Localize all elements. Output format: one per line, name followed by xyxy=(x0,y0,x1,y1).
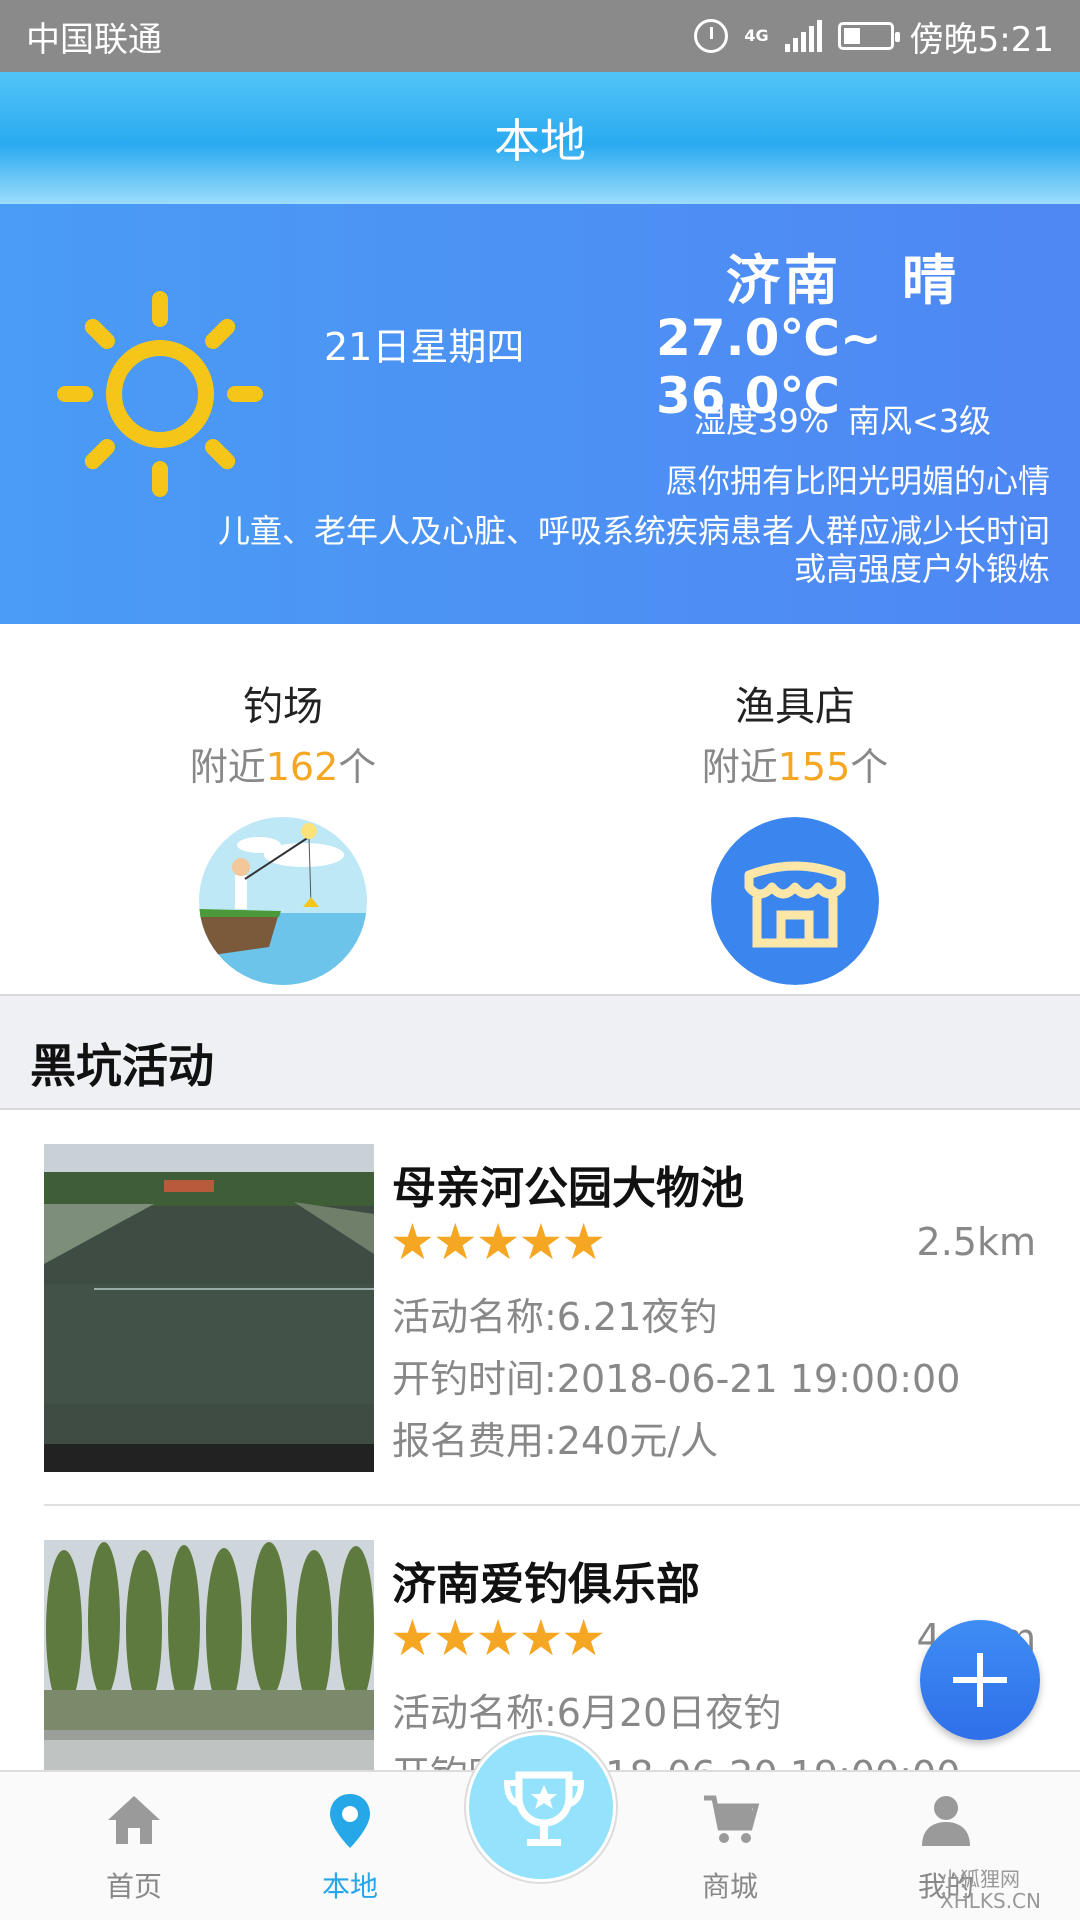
weather-tip: 愿你拥有比阳光明媚的心情 xyxy=(665,462,1050,500)
nearby-count: 附近155个 xyxy=(701,745,889,789)
nearby-count: 附近162个 xyxy=(189,745,377,789)
cart-icon xyxy=(704,1795,760,1843)
item-start-time: 开钓时间:2018-06-21 19:00:00 xyxy=(392,1357,961,1401)
nearby-title: 渔具店 xyxy=(735,684,855,730)
item-activity: 活动名称:6月20日夜钓 xyxy=(392,1691,782,1735)
nav-label: 首页 xyxy=(105,1870,162,1903)
nav-item-trophy[interactable] xyxy=(466,1732,616,1882)
item-activity: 活动名称:6.21夜钓 xyxy=(392,1295,718,1339)
nearby-tackle-shops[interactable]: 渔具店 附近155个 xyxy=(645,674,945,985)
battery-icon xyxy=(837,22,900,50)
section-title: 黑坑活动 xyxy=(30,1039,214,1093)
signal-icon xyxy=(784,20,822,52)
clock-label: 傍晚5:21 xyxy=(909,19,1054,60)
nearby-title: 钓场 xyxy=(243,684,323,730)
weather-wind: 南风<3级 xyxy=(848,402,992,440)
nav-item-home[interactable]: 首页 xyxy=(64,1790,204,1905)
watermark: 小狐狸网 XHLKS.CN xyxy=(940,1867,1041,1913)
nav-label: 商城 xyxy=(701,1870,758,1903)
store-icon[interactable] xyxy=(711,817,879,985)
weather-city: 济南 xyxy=(726,249,842,312)
weather-humidity: 湿度39% xyxy=(694,402,830,440)
list-item[interactable]: 母亲河公园大物池 ★★★★★ 2.5km 活动名称:6.21夜钓 开钓时间:20… xyxy=(0,1110,1080,1506)
section-header: 黑坑活动 xyxy=(0,994,1080,1110)
weather-condition: 晴 xyxy=(902,249,956,312)
network-label: 4G xyxy=(744,26,769,45)
home-icon xyxy=(108,1796,160,1844)
status-icons: 4G 傍晚5:21 xyxy=(694,12,1054,61)
fishing-spot-icon[interactable] xyxy=(199,817,367,985)
weather-date: 21日星期四 xyxy=(324,325,525,369)
rating-stars: ★★★★★ xyxy=(390,1609,606,1667)
item-name: 济南爱钓俱乐部 xyxy=(392,1559,700,1610)
nav-item-mall[interactable]: 商城 xyxy=(660,1790,800,1905)
trophy-icon xyxy=(503,1771,585,1846)
weather-panel: 21日星期四 济南 晴 27.0℃~ 36.0℃ 湿度39% 南风<3级 愿你拥… xyxy=(0,204,1080,624)
add-button[interactable] xyxy=(920,1620,1040,1740)
nearby-section: 钓场 附近162个 渔具店 附近155个 xyxy=(0,624,1080,994)
nav-item-local[interactable]: 本地 xyxy=(280,1790,420,1905)
item-fee: 报名费用:240元/人 xyxy=(392,1419,719,1463)
carrier-label: 中国联通 xyxy=(26,19,162,60)
location-pin-icon xyxy=(330,1794,370,1848)
item-distance: 2.5km xyxy=(916,1220,1036,1264)
rating-stars: ★★★★★ xyxy=(390,1213,606,1271)
nearby-fishing-spots[interactable]: 钓场 附近162个 xyxy=(133,674,433,985)
item-photo[interactable] xyxy=(44,1144,374,1472)
weather-advice: 儿童、老年人及心脏、呼吸系统疾病患者人群应减少长时间或高强度户外锻炼 xyxy=(217,512,1050,588)
page-title: 本地 xyxy=(494,114,586,168)
alarm-icon xyxy=(694,19,729,53)
item-name: 母亲河公园大物池 xyxy=(392,1163,744,1214)
user-icon xyxy=(922,1796,970,1846)
status-bar: 中国联通 4G 傍晚5:21 xyxy=(0,0,1080,72)
title-bar: 本地 xyxy=(0,72,1080,204)
nav-label: 本地 xyxy=(321,1870,378,1903)
